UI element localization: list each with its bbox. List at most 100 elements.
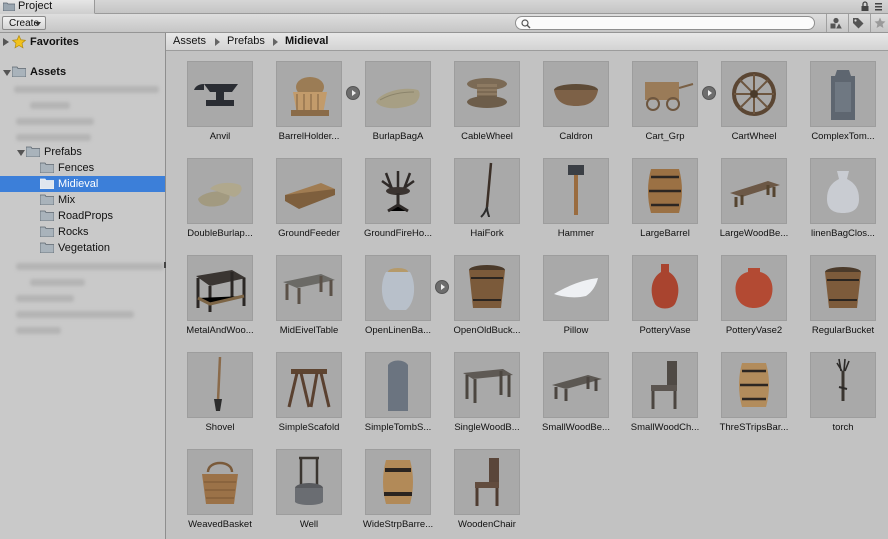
folder-icon bbox=[40, 226, 54, 237]
blurred-entry bbox=[16, 118, 94, 125]
asset-shovel[interactable]: Shovel bbox=[177, 342, 265, 436]
breadcrumb-assets[interactable]: Assets bbox=[173, 33, 206, 50]
filter-by-label-button[interactable] bbox=[848, 14, 866, 32]
bucket-icon bbox=[825, 267, 861, 308]
asset-largebarrel[interactable]: LargeBarrel bbox=[622, 148, 710, 242]
asset-openoldbucket[interactable]: OpenOldBuck... bbox=[444, 245, 532, 339]
blurred-entry bbox=[16, 311, 134, 318]
asset-name: PotteryVase2 bbox=[725, 325, 783, 336]
search-icon bbox=[521, 19, 531, 29]
asset-linenbagclosed[interactable]: linenBagClos... bbox=[800, 148, 888, 242]
asset-metalandwood[interactable]: MetalAndWoo... bbox=[177, 245, 265, 339]
favorite-search-button[interactable] bbox=[870, 14, 888, 32]
asset-potteryvase2[interactable]: PotteryVase2 bbox=[711, 245, 799, 339]
asset-thumbnail bbox=[365, 255, 431, 321]
asset-thumbnail bbox=[543, 352, 609, 418]
panel-menu-icon[interactable] bbox=[874, 1, 884, 12]
tab-project[interactable]: Project bbox=[0, 0, 95, 14]
asset-woodenchair[interactable]: WoodenChair bbox=[444, 439, 532, 533]
search-input[interactable] bbox=[534, 17, 794, 29]
asset-thumbnail bbox=[810, 158, 876, 224]
asset-caldron[interactable]: Caldron bbox=[533, 51, 621, 145]
create-button[interactable]: Create bbox=[2, 16, 46, 30]
asset-openlinenbag[interactable]: OpenLinenBa... bbox=[355, 245, 449, 339]
asset-complextomb[interactable]: ComplexTom... bbox=[800, 51, 888, 145]
asset-name: BarrelHolder... bbox=[278, 131, 340, 142]
folder-label: Mix bbox=[58, 194, 76, 206]
asset-widestripbarrel[interactable]: WideStrpBarre... bbox=[355, 439, 443, 533]
asset-name: LargeBarrel bbox=[640, 228, 690, 239]
collapse-arrow-icon[interactable] bbox=[3, 70, 11, 76]
asset-smallwoodchair[interactable]: SmallWoodCh... bbox=[622, 342, 710, 436]
collapse-arrow-icon[interactable] bbox=[17, 150, 25, 156]
folder-icon bbox=[40, 194, 54, 205]
asset-largewoodbench[interactable]: LargeWoodBe... bbox=[711, 148, 799, 242]
asset-cartwheel[interactable]: CartWheel bbox=[711, 51, 799, 145]
asset-groundfireholder[interactable]: GroundFireHo... bbox=[355, 148, 443, 242]
asset-haifork[interactable]: HaiFork bbox=[444, 148, 532, 242]
asset-smallwoodbench[interactable]: SmallWoodBe... bbox=[533, 342, 621, 436]
asset-thumbnail bbox=[187, 255, 253, 321]
asset-name: WoodenChair bbox=[458, 519, 516, 530]
asset-cablewheel[interactable]: CableWheel bbox=[444, 51, 532, 145]
blurred-entry bbox=[16, 263, 164, 270]
cart-icon bbox=[645, 82, 694, 111]
asset-simpletombstone[interactable]: SimpleTombS... bbox=[355, 342, 443, 436]
tree-item-fences[interactable]: Fences bbox=[0, 160, 165, 176]
asset-name: MetalAndWoo... bbox=[186, 325, 254, 336]
tree-item-rocks[interactable]: Rocks bbox=[0, 224, 165, 240]
asset-weavedbasket[interactable]: WeavedBasket bbox=[177, 439, 265, 533]
asset-anvil[interactable]: Anvil bbox=[177, 51, 265, 145]
asset-mideiveltable[interactable]: MidEivelTable bbox=[266, 245, 354, 339]
asset-singlewoodbench[interactable]: SingleWoodB... bbox=[444, 342, 532, 436]
asset-groundfeeder[interactable]: GroundFeeder bbox=[266, 148, 354, 242]
asset-name: Pillow bbox=[563, 325, 589, 336]
asset-barrelholder[interactable]: BarrelHolder... bbox=[266, 51, 360, 145]
filter-by-type-button[interactable] bbox=[826, 14, 844, 32]
blurred-entry bbox=[30, 102, 70, 109]
asset-regularbucket[interactable]: RegularBucket bbox=[800, 245, 888, 339]
breadcrumb-midieval[interactable]: Midieval bbox=[285, 33, 328, 50]
asset-torch[interactable]: torch bbox=[800, 342, 888, 436]
asset-threestripsbarrel[interactable]: ThreSTripsBar... bbox=[711, 342, 799, 436]
tree-item-mix[interactable]: Mix bbox=[0, 192, 165, 208]
asset-thumbnail bbox=[721, 255, 787, 321]
folder-icon bbox=[26, 146, 40, 157]
asset-simplescafold[interactable]: SimpleScafold bbox=[266, 342, 354, 436]
asset-name: linenBagClos... bbox=[811, 228, 875, 239]
asset-thumbnail bbox=[543, 61, 609, 127]
asset-well[interactable]: Well bbox=[266, 439, 354, 533]
folder-icon bbox=[12, 66, 26, 77]
breadcrumb-separator-icon bbox=[215, 38, 220, 46]
asset-doubleburlap[interactable]: DoubleBurlap... bbox=[177, 148, 265, 242]
tree-item-vegetation[interactable]: Vegetation bbox=[0, 240, 165, 256]
expand-arrow-icon[interactable] bbox=[3, 38, 9, 46]
asset-cart-grp[interactable]: Cart_Grp bbox=[622, 51, 716, 145]
torch-icon bbox=[836, 358, 850, 401]
lock-icon[interactable] bbox=[860, 1, 870, 12]
asset-name: Well bbox=[299, 519, 319, 530]
search-field[interactable] bbox=[515, 16, 815, 30]
asset-pillow[interactable]: Pillow bbox=[533, 245, 621, 339]
asset-potteryvase[interactable]: PotteryVase bbox=[622, 245, 710, 339]
asset-hammer[interactable]: Hammer bbox=[533, 148, 621, 242]
hayfork-icon bbox=[480, 162, 493, 218]
breadcrumb-prefabs[interactable]: Prefabs bbox=[227, 33, 265, 50]
asset-burlapbaga[interactable]: BurlapBagA bbox=[355, 51, 443, 145]
tree-item-assets[interactable]: Assets bbox=[0, 64, 165, 80]
tree-item-prefabs[interactable]: Prefabs bbox=[0, 144, 165, 160]
breadcrumb-separator-icon bbox=[273, 38, 278, 46]
tree-item-midieval[interactable]: Midieval bbox=[0, 176, 165, 192]
anvil-icon bbox=[194, 84, 238, 106]
tree-item-favorites[interactable]: Favorites bbox=[0, 34, 165, 50]
asset-thumbnail bbox=[187, 449, 253, 515]
tree-item-roadprops[interactable]: RoadProps bbox=[0, 208, 165, 224]
asset-name: CartWheel bbox=[731, 131, 777, 142]
asset-name: SimpleScafold bbox=[278, 422, 340, 433]
asset-name: WideStrpBarre... bbox=[362, 519, 434, 530]
asset-thumbnail bbox=[632, 158, 698, 224]
asset-name: RegularBucket bbox=[811, 325, 875, 336]
wide-barrel-icon bbox=[383, 460, 413, 504]
breadcrumb: Assets Prefabs Midieval bbox=[166, 33, 888, 51]
blurred-entry bbox=[16, 134, 91, 141]
